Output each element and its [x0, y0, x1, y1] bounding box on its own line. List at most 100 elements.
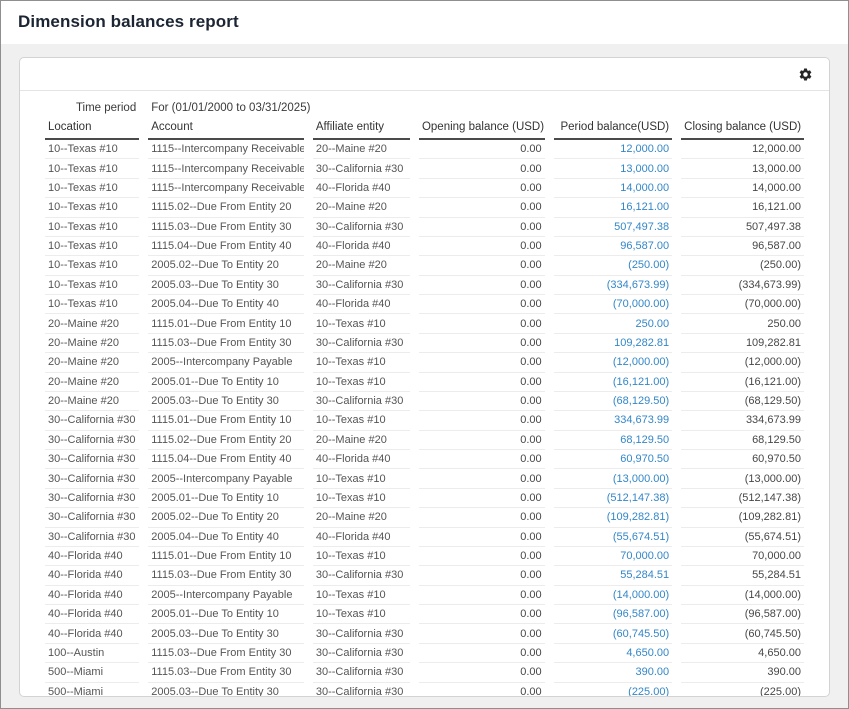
affiliate-entity-cell: 10--Texas #10: [313, 372, 410, 391]
table-row: 30--California #30 1115.01--Due From Ent…: [45, 410, 804, 429]
account-cell: 2005.03--Due To Entity 30: [148, 391, 304, 410]
account-cell: 1115--Intercompany Receivable: [148, 158, 304, 177]
period-balance-link[interactable]: 70,000.00: [554, 546, 673, 565]
period-balance-link[interactable]: 4,650.00: [554, 643, 673, 662]
location-cell: 20--Maine #20: [45, 352, 139, 371]
closing-balance-cell: 96,587.00: [681, 236, 804, 255]
closing-balance-cell: 507,497.38: [681, 217, 804, 236]
settings-button[interactable]: [795, 64, 815, 84]
opening-balance-cell: 0.00: [419, 565, 545, 584]
table-row: 10--Texas #10 1115.04--Due From Entity 4…: [45, 236, 804, 255]
period-balance-link[interactable]: 55,284.51: [554, 565, 673, 584]
table-row: 500--Miami 2005.03--Due To Entity 30 30-…: [45, 682, 804, 698]
period-balance-link[interactable]: (60,745.50): [554, 623, 673, 642]
closing-balance-cell: (55,674.51): [681, 527, 804, 546]
location-cell: 10--Texas #10: [45, 236, 139, 255]
table-row: 30--California #30 2005.04--Due To Entit…: [45, 527, 804, 546]
period-balance-link[interactable]: 60,970.50: [554, 449, 673, 468]
period-balance-link[interactable]: 13,000.00: [554, 158, 673, 177]
closing-balance-cell: (96,587.00): [681, 604, 804, 623]
location-cell: 10--Texas #10: [45, 275, 139, 294]
column-header-account: Account: [148, 118, 304, 140]
opening-balance-cell: 0.00: [419, 178, 545, 197]
period-balance-link[interactable]: (225.00): [554, 682, 673, 698]
location-cell: 40--Florida #40: [45, 604, 139, 623]
account-cell: 1115.02--Due From Entity 20: [148, 197, 304, 216]
table-row: 10--Texas #10 2005.04--Due To Entity 40 …: [45, 294, 804, 313]
account-cell: 1115.02--Due From Entity 20: [148, 430, 304, 449]
period-balance-link[interactable]: (55,674.51): [554, 527, 673, 546]
closing-balance-cell: 13,000.00: [681, 158, 804, 177]
balances-table: Time period For (01/01/2000 to 03/31/202…: [36, 99, 813, 697]
period-balance-link[interactable]: (70,000.00): [554, 294, 673, 313]
account-cell: 2005.04--Due To Entity 40: [148, 527, 304, 546]
affiliate-entity-cell: 20--Maine #20: [313, 255, 410, 274]
table-row: 20--Maine #20 1115.01--Due From Entity 1…: [45, 313, 804, 332]
closing-balance-cell: (334,673.99): [681, 275, 804, 294]
affiliate-entity-cell: 40--Florida #40: [313, 449, 410, 468]
period-balance-link[interactable]: (14,000.00): [554, 585, 673, 604]
table-row: 20--Maine #20 2005--Intercompany Payable…: [45, 352, 804, 371]
affiliate-entity-cell: 10--Texas #10: [313, 604, 410, 623]
period-balance-link[interactable]: 109,282.81: [554, 333, 673, 352]
closing-balance-cell: (250.00): [681, 255, 804, 274]
period-balance-link[interactable]: (68,129.50): [554, 391, 673, 410]
account-cell: 1115--Intercompany Receivable: [148, 140, 304, 158]
period-balance-link[interactable]: (16,121.00): [554, 372, 673, 391]
period-balance-link[interactable]: 16,121.00: [554, 197, 673, 216]
account-cell: 2005--Intercompany Payable: [148, 352, 304, 371]
period-balance-link[interactable]: (109,282.81): [554, 507, 673, 526]
account-cell: 1115.03--Due From Entity 30: [148, 217, 304, 236]
opening-balance-cell: 0.00: [419, 158, 545, 177]
period-balance-link[interactable]: 334,673.99: [554, 410, 673, 429]
page-title: Dimension balances report: [18, 12, 831, 32]
location-cell: 500--Miami: [45, 662, 139, 681]
table-row: 30--California #30 1115.02--Due From Ent…: [45, 430, 804, 449]
opening-balance-cell: 0.00: [419, 585, 545, 604]
affiliate-entity-cell: 40--Florida #40: [313, 294, 410, 313]
closing-balance-cell: 70,000.00: [681, 546, 804, 565]
location-cell: 30--California #30: [45, 410, 139, 429]
period-balance-link[interactable]: (96,587.00): [554, 604, 673, 623]
opening-balance-cell: 0.00: [419, 527, 545, 546]
period-balance-link[interactable]: 68,129.50: [554, 430, 673, 449]
period-balance-link[interactable]: (12,000.00): [554, 352, 673, 371]
table-row: 20--Maine #20 2005.03--Due To Entity 30 …: [45, 391, 804, 410]
column-header-period-balance: Period balance(USD): [554, 118, 673, 140]
opening-balance-cell: 0.00: [419, 682, 545, 698]
period-balance-link[interactable]: 12,000.00: [554, 140, 673, 158]
opening-balance-cell: 0.00: [419, 507, 545, 526]
table-row: 10--Texas #10 1115--Intercompany Receiva…: [45, 140, 804, 158]
location-cell: 30--California #30: [45, 449, 139, 468]
account-cell: 1115.03--Due From Entity 30: [148, 643, 304, 662]
location-cell: 40--Florida #40: [45, 546, 139, 565]
affiliate-entity-cell: 30--California #30: [313, 565, 410, 584]
account-cell: 2005.01--Due To Entity 10: [148, 372, 304, 391]
account-cell: 1115.03--Due From Entity 30: [148, 662, 304, 681]
period-balance-link[interactable]: 96,587.00: [554, 236, 673, 255]
report-body: Time period For (01/01/2000 to 03/31/202…: [20, 91, 829, 697]
column-header-opening-balance: Opening balance (USD): [419, 118, 545, 140]
period-balance-link[interactable]: (13,000.00): [554, 468, 673, 487]
location-cell: 40--Florida #40: [45, 623, 139, 642]
location-cell: 20--Maine #20: [45, 372, 139, 391]
account-cell: 1115.01--Due From Entity 10: [148, 410, 304, 429]
location-cell: 40--Florida #40: [45, 585, 139, 604]
period-balance-link[interactable]: (250.00): [554, 255, 673, 274]
affiliate-entity-cell: 10--Texas #10: [313, 585, 410, 604]
period-balance-link[interactable]: 250.00: [554, 313, 673, 332]
period-balance-link[interactable]: (512,147.38): [554, 488, 673, 507]
location-cell: 10--Texas #10: [45, 178, 139, 197]
period-balance-link[interactable]: 390.00: [554, 662, 673, 681]
account-cell: 1115.01--Due From Entity 10: [148, 546, 304, 565]
location-cell: 10--Texas #10: [45, 158, 139, 177]
opening-balance-cell: 0.00: [419, 236, 545, 255]
location-cell: 20--Maine #20: [45, 391, 139, 410]
period-balance-link[interactable]: 14,000.00: [554, 178, 673, 197]
affiliate-entity-cell: 10--Texas #10: [313, 546, 410, 565]
period-balance-link[interactable]: (334,673.99): [554, 275, 673, 294]
closing-balance-cell: (512,147.38): [681, 488, 804, 507]
affiliate-entity-cell: 10--Texas #10: [313, 488, 410, 507]
location-cell: 30--California #30: [45, 527, 139, 546]
period-balance-link[interactable]: 507,497.38: [554, 217, 673, 236]
